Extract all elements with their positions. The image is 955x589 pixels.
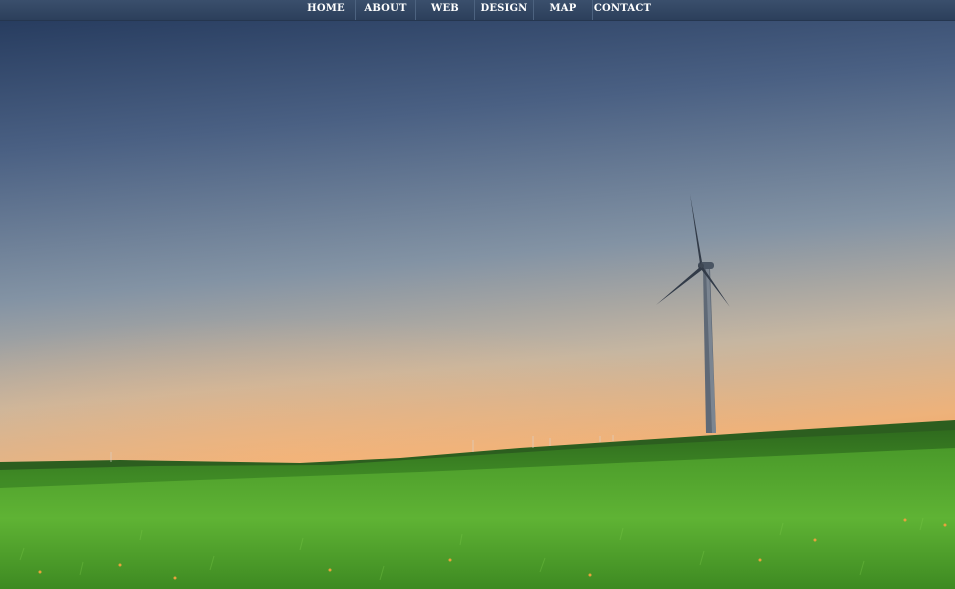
nav-item-about[interactable]: ABOUT xyxy=(355,0,415,20)
nav-menu: HOME ABOUT WEB DESIGN MAP CONTACT xyxy=(297,0,652,20)
nav-item-home[interactable]: HOME xyxy=(297,0,355,20)
landing-page: HOME ABOUT WEB DESIGN MAP CONTACT xyxy=(0,0,955,589)
nav-item-map[interactable]: MAP xyxy=(533,0,592,20)
top-navigation-bar: HOME ABOUT WEB DESIGN MAP CONTACT xyxy=(0,0,955,21)
nav-item-web[interactable]: WEB xyxy=(415,0,474,20)
nav-item-design[interactable]: DESIGN xyxy=(474,0,533,20)
nav-item-contact[interactable]: CONTACT xyxy=(592,0,652,20)
hero-background-image xyxy=(0,0,955,589)
